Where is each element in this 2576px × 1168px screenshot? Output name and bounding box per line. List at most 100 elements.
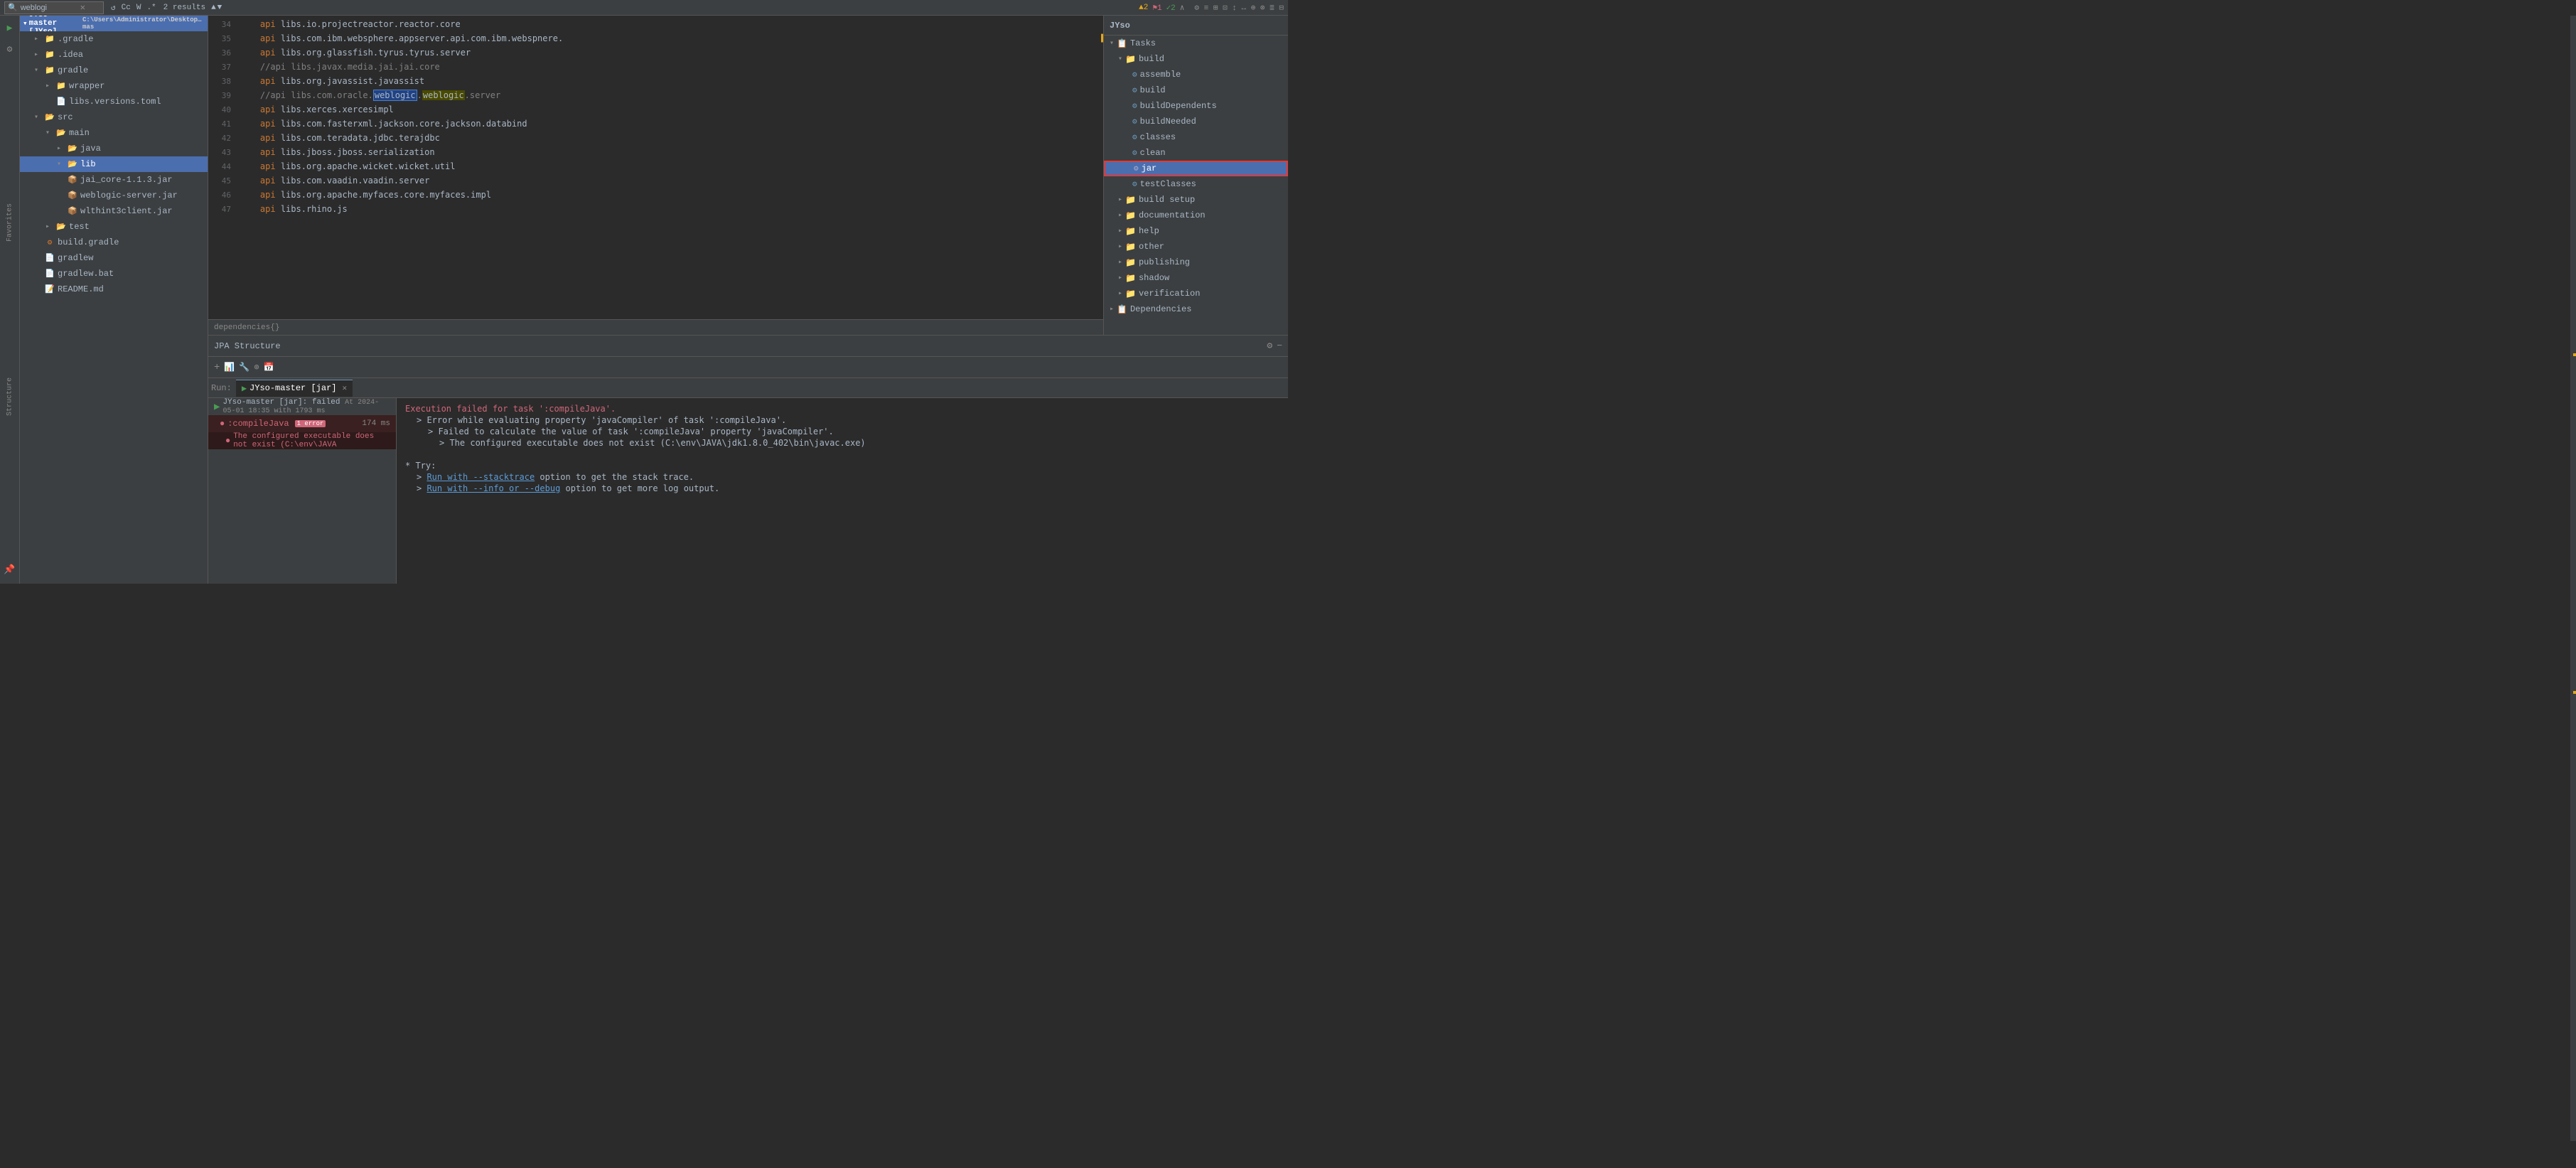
jar-icon: 📦 <box>67 190 78 201</box>
tree-jai-jar[interactable]: 📦 jai_core-1.1.3.jar <box>20 172 208 188</box>
close-icon[interactable]: ✕ <box>80 2 85 13</box>
tree-main-folder[interactable]: 📂 main <box>20 125 208 141</box>
group-arrow: ▸ <box>1118 195 1122 204</box>
run-sub-error[interactable]: ● The configured executable does not exi… <box>208 432 396 449</box>
editor-content[interactable]: 34 api libs.io.projectreactor.reactor.co… <box>208 16 1103 319</box>
tree-arrow <box>45 223 55 231</box>
gradle-tasks-group[interactable]: ▾ 📋 Tasks <box>1104 36 1288 51</box>
gradle-build-group[interactable]: ▾ 📁 build <box>1104 51 1288 67</box>
gradle-task-label: build <box>1140 85 1166 95</box>
gradle-build-needed[interactable]: ⚙ buildNeeded <box>1104 114 1288 129</box>
search-box[interactable]: 🔍 ✕ <box>4 1 104 14</box>
gradle-build-setup-group[interactable]: ▸ 📁 build setup <box>1104 192 1288 208</box>
tree-readme[interactable]: 📝 README.md <box>20 282 208 297</box>
run-left-panel: ▶ JYso-master [jar]: failed At 2024-05-0… <box>208 398 397 584</box>
gradle-dependencies-group[interactable]: ▸ 📋 Dependencies <box>1104 301 1288 317</box>
folder-blue-icon: 📂 <box>67 159 78 170</box>
run-button[interactable]: ▶ <box>1 18 19 37</box>
jpa-wrench-icon[interactable]: 🔧 <box>239 362 249 373</box>
jpa-calendar-icon[interactable]: 📅 <box>264 362 274 373</box>
close-tab-icon[interactable]: ✕ <box>342 383 347 393</box>
jpa-add-icon[interactable]: + <box>214 362 220 373</box>
tree-gradlew-bat[interactable]: 📄 gradlew.bat <box>20 266 208 282</box>
tree-wlthint-jar[interactable]: 📦 wlthint3client.jar <box>20 203 208 219</box>
tree-gradle-folder[interactable]: 📁 .gradle <box>20 31 208 47</box>
code-line-39: 39 //api libs.com.oracle.weblogic.weblog… <box>208 88 1103 102</box>
tree-weblogic-jar[interactable]: 📦 weblogic-server.jar <box>20 188 208 203</box>
nav-arrows: ▲ ▼ <box>211 4 222 12</box>
gradle-build-task[interactable]: ⚙ build <box>1104 82 1288 98</box>
tree-label: weblogic-server.jar <box>80 191 178 200</box>
run-build-item[interactable]: ▶ JYso-master [jar]: failed At 2024-05-0… <box>208 398 396 415</box>
output-line-4: > The configured executable does not exi… <box>405 438 1279 448</box>
tree-wrapper-folder[interactable]: 📁 wrapper <box>20 78 208 94</box>
output-line-1: Execution failed for task ':compileJava'… <box>405 404 1279 414</box>
tree-java-folder[interactable]: 📂 java <box>20 141 208 156</box>
left-toolbar: ▶ ⚙ Favorites Structure 📌 <box>0 16 20 584</box>
project-header[interactable]: ▾ JYso-master [JYso] C:\Users\Administra… <box>20 16 208 31</box>
warning-count: ▲2 <box>1139 4 1148 12</box>
tree-idea-folder[interactable]: 📁 .idea <box>20 47 208 63</box>
tree-label: .idea <box>58 50 83 60</box>
file-icon: 📄 <box>55 96 67 107</box>
jpa-target-icon[interactable]: ⊕ <box>254 362 259 373</box>
stacktrace-link[interactable]: Run with --stacktrace <box>426 472 535 482</box>
gradle-task-label: clean <box>1140 148 1166 158</box>
jpa-structure-bar: JPA Structure ⚙ − <box>208 335 1288 356</box>
tree-arrow <box>57 144 67 153</box>
word-icon[interactable]: W <box>135 4 143 12</box>
tree-label: .gradle <box>58 34 93 44</box>
prev-result[interactable]: ▲ <box>211 4 216 12</box>
error-circle-icon: ● <box>220 419 225 429</box>
jpa-chart-icon[interactable]: 📊 <box>224 362 235 373</box>
run-compile-error[interactable]: ● :compileJava 1 error 174 ms <box>208 415 396 432</box>
sub-error-label: The configured executable does not exist… <box>233 432 390 449</box>
tree-lib-folder[interactable]: 📂 lib <box>20 156 208 172</box>
tree-versions-file[interactable]: 📄 libs.versions.toml <box>20 94 208 109</box>
gradle-publishing-group[interactable]: ▸ 📁 publishing <box>1104 255 1288 270</box>
gradle-item-label: verification <box>1139 289 1200 299</box>
folder-blue-icon: 📂 <box>55 127 67 139</box>
next-result[interactable]: ▼ <box>218 4 222 12</box>
gradle-build-dependents[interactable]: ⚙ buildDependents <box>1104 98 1288 114</box>
gradle-item-label: Dependencies <box>1130 304 1191 314</box>
gradle-documentation-group[interactable]: ▸ 📁 documentation <box>1104 208 1288 223</box>
group-arrow: ▸ <box>1118 274 1122 282</box>
run-tab-main[interactable]: ▶ JYso-master [jar] ✕ <box>236 380 353 397</box>
tree-arrow <box>45 82 55 90</box>
tree-src-folder[interactable]: 📂 src <box>20 109 208 125</box>
tree-arrow <box>34 35 44 43</box>
jpa-close-icon[interactable]: − <box>1277 341 1282 351</box>
tree-gradle-root[interactable]: 📁 gradle <box>20 63 208 78</box>
tree-build-gradle[interactable]: ⚙ build.gradle <box>20 235 208 250</box>
case-icon[interactable]: Cc <box>120 4 132 12</box>
gradle-jar-selected[interactable]: ⚙ jar <box>1104 161 1288 176</box>
caret-icon[interactable]: ∧ <box>1180 3 1185 13</box>
output-stacktrace: > Run with --stacktrace option to get th… <box>405 472 1279 482</box>
tree-gradlew[interactable]: 📄 gradlew <box>20 250 208 266</box>
gradle-test-classes[interactable]: ⚙ testClasses <box>1104 176 1288 192</box>
gear-icon: ⚙ <box>1132 132 1137 142</box>
pin-icon[interactable]: 📌 <box>1 561 19 579</box>
folder-icon: 📁 <box>44 49 55 60</box>
editor-footer: dependencies{} <box>208 319 1103 335</box>
refresh-icon[interactable]: ↺ <box>109 3 117 13</box>
gradle-assemble[interactable]: ⚙ assemble <box>1104 67 1288 82</box>
gradle-other-group[interactable]: ▸ 📁 other <box>1104 239 1288 255</box>
gradle-shadow-group[interactable]: ▸ 📁 shadow <box>1104 270 1288 286</box>
gradle-help-group[interactable]: ▸ 📁 help <box>1104 223 1288 239</box>
code-line-34: 34 api libs.io.projectreactor.reactor.co… <box>208 17 1103 31</box>
settings-button[interactable]: ⚙ <box>1 40 19 58</box>
search-input[interactable] <box>21 4 77 12</box>
gradle-classes[interactable]: ⚙ classes <box>1104 129 1288 145</box>
gradle-clean[interactable]: ⚙ clean <box>1104 145 1288 161</box>
file-icon: 📄 <box>44 252 55 264</box>
tree-test-folder[interactable]: 📂 test <box>20 219 208 235</box>
regex-icon[interactable]: .* <box>145 4 157 12</box>
run-output: Execution failed for task ':compileJava'… <box>397 398 1288 584</box>
gradle-item-label: documentation <box>1139 210 1206 220</box>
gradle-verification-group[interactable]: ▸ 📁 verification <box>1104 286 1288 301</box>
info-link[interactable]: Run with --info or --debug <box>426 483 560 493</box>
folder-icon: 📁 <box>55 80 67 92</box>
jpa-settings-icon[interactable]: ⚙ <box>1267 341 1272 351</box>
